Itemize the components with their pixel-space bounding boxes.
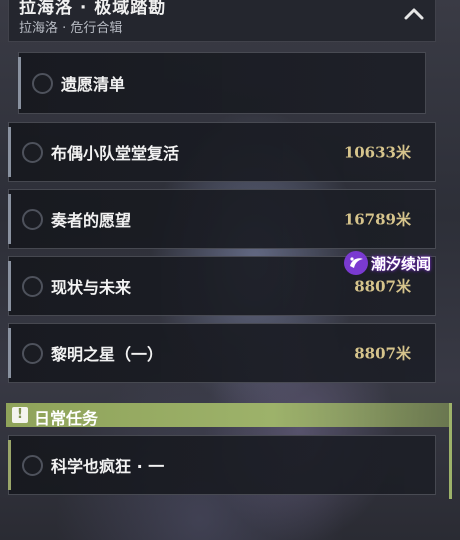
quest-name: 布偶小队堂堂复活: [51, 144, 180, 163]
quest-name: 黎明之星（一）: [51, 345, 164, 364]
chevron-up-icon[interactable]: [403, 5, 425, 21]
quest-group-title: 拉海洛 · 极域踏勘: [19, 0, 167, 18]
exclamation-icon: !: [12, 407, 28, 423]
daily-quest-item[interactable]: 科学也疯狂 · 一: [8, 435, 436, 495]
quest-name: 奏者的愿望: [51, 211, 132, 230]
quest-status-circle-icon: [22, 209, 43, 230]
daily-quest-section-header[interactable]: ! 日常任务: [6, 403, 452, 428]
watermark-badge: 潮汐续闻: [343, 250, 439, 276]
quest-item[interactable]: 遗愿清单: [18, 52, 426, 114]
quest-name: 科学也疯狂 · 一: [51, 457, 165, 476]
watermark-text: 潮汐续闻: [371, 255, 432, 273]
quest-distance: 10633米: [343, 143, 411, 162]
quest-distance: 8807米: [354, 277, 411, 296]
quest-group-header[interactable]: 拉海洛 · 极域踏勘 拉海洛 · 危行合辑: [8, 0, 436, 42]
quest-status-circle-icon: [32, 73, 53, 94]
quest-status-circle-icon: [22, 142, 43, 163]
watermark-logo-icon: [343, 250, 369, 276]
quest-item[interactable]: 布偶小队堂堂复活 10633米: [8, 122, 436, 182]
quest-accent-bar: [8, 127, 11, 177]
quest-item[interactable]: 黎明之星（一） 8807米: [8, 323, 436, 383]
quest-distance: 8807米: [354, 344, 411, 363]
quest-accent-bar: [8, 440, 11, 490]
quest-distance: 16789米: [343, 210, 411, 229]
quest-accent-bar: [8, 194, 11, 244]
quest-accent-bar: [8, 261, 11, 311]
quest-accent-bar: [8, 328, 11, 378]
quest-status-circle-icon: [22, 276, 43, 297]
quest-name: 遗愿清单: [61, 75, 126, 94]
quest-group-subtitle: 拉海洛 · 危行合辑: [19, 21, 123, 36]
quest-status-circle-icon: [22, 343, 43, 364]
quest-name: 现状与未来: [51, 278, 132, 297]
quest-item[interactable]: 奏者的愿望 16789米: [8, 189, 436, 249]
daily-section-indicator-strip: [449, 403, 452, 499]
quest-accent-bar: [18, 57, 21, 109]
quest-status-circle-icon: [22, 455, 43, 476]
daily-quest-section-label: 日常任务: [34, 409, 99, 428]
